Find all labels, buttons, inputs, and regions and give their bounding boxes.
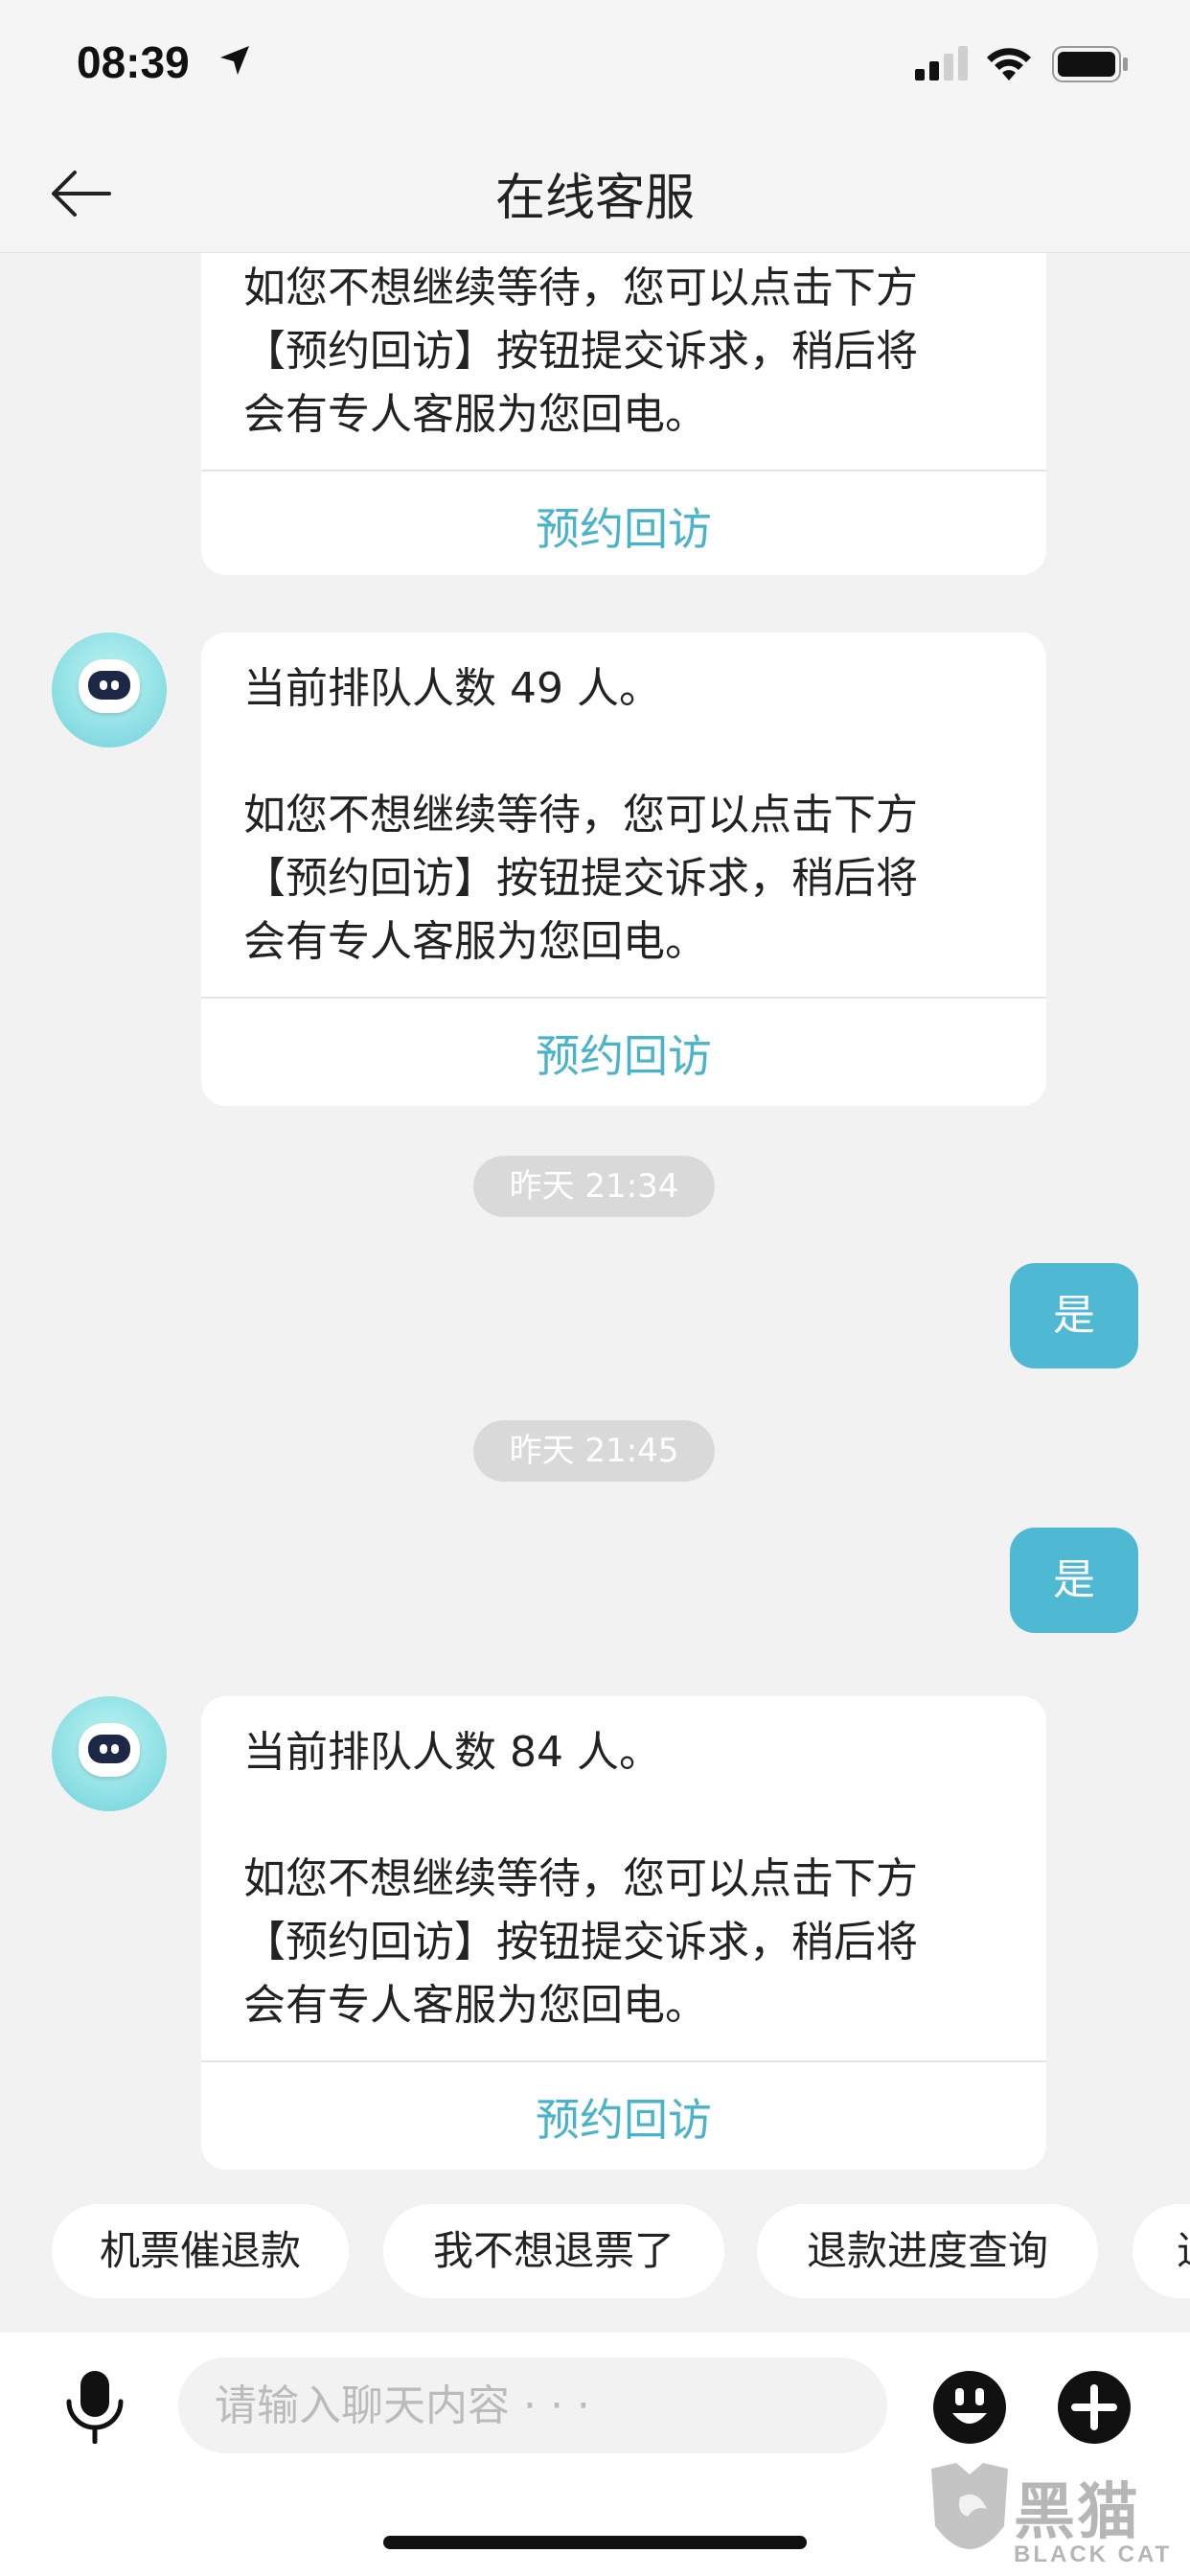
black-cat-watermark: 黑猫 BLACK CAT — [927, 2459, 1190, 2576]
robot-head-icon — [79, 1723, 140, 1777]
book-callback-button[interactable]: 预约回访 — [201, 470, 1046, 575]
status-time: 08:39 — [77, 37, 190, 87]
chat-input[interactable] — [178, 2358, 887, 2453]
microphone-icon[interactable] — [63, 2369, 126, 2448]
bot-avatar — [52, 1696, 167, 1811]
quick-reply-chip[interactable]: 我不想退票了 — [383, 2204, 724, 2298]
message-line: 【预约回访】按钮提交诉求，稍后将 — [243, 1918, 918, 1966]
location-arrow-icon — [218, 44, 251, 80]
bot-message-text: 当前排队人数 84 人。 如您不想继续等待，您可以点击下方 【预约回访】按钮提交… — [201, 1696, 1046, 2060]
message-line: 【预约回访】按钮提交诉求，稍后将 — [243, 854, 918, 903]
bot-message-text: 当前排队人数 49 人。 如您不想继续等待，您可以点击下方 【预约回访】按钮提交… — [201, 632, 1046, 997]
status-bar: 08:39 — [0, 0, 1190, 134]
message-line: 如您不想继续等待，您可以点击下方 — [243, 1854, 918, 1903]
quick-reply-chip[interactable]: 退 — [1133, 2204, 1190, 2298]
bot-message-bubble: 如您不想继续等待，您可以点击下方 【预约回访】按钮提交诉求，稍后将 会有专人客服… — [201, 253, 1046, 575]
chat-message-list[interactable]: 如您不想继续等待，您可以点击下方 【预约回访】按钮提交诉求，稍后将 会有专人客服… — [0, 253, 1190, 2333]
bot-message-text: 如您不想继续等待，您可以点击下方 【预约回访】按钮提交诉求，稍后将 会有专人客服… — [201, 253, 1046, 470]
home-indicator — [383, 2536, 807, 2549]
cellular-signal-icon — [915, 46, 969, 84]
add-plus-icon[interactable] — [1056, 2369, 1133, 2450]
message-timestamp: 昨天 21:34 — [473, 1156, 715, 1217]
user-message-bubble: 是 — [1010, 1528, 1138, 1633]
message-line: 如您不想继续等待，您可以点击下方 — [243, 264, 918, 312]
emoji-icon[interactable] — [931, 2369, 1008, 2450]
bot-message-bubble: 当前排队人数 84 人。 如您不想继续等待，您可以点击下方 【预约回访】按钮提交… — [201, 1696, 1046, 2170]
navigation-header: 在线客服 — [0, 134, 1190, 253]
message-timestamp: 昨天 21:45 — [473, 1420, 715, 1482]
quick-reply-row: 机票催退款 我不想退票了 退款进度查询 退 — [0, 2204, 1190, 2300]
message-line: 【预约回访】按钮提交诉求，稍后将 — [243, 327, 918, 376]
queue-count-text: 当前排队人数 49 人。 — [243, 664, 661, 713]
user-message-bubble: 是 — [1010, 1263, 1138, 1368]
queue-count-text: 当前排队人数 84 人。 — [243, 1728, 661, 1777]
message-line: 会有专人客服为您回电。 — [243, 1981, 707, 2030]
book-callback-button[interactable]: 预约回访 — [201, 2060, 1046, 2170]
message-line: 会有专人客服为您回电。 — [243, 917, 707, 966]
robot-head-icon — [79, 659, 140, 713]
wifi-icon — [985, 44, 1033, 86]
book-callback-button[interactable]: 预约回访 — [201, 997, 1046, 1106]
bot-message-bubble: 当前排队人数 49 人。 如您不想继续等待，您可以点击下方 【预约回访】按钮提交… — [201, 632, 1046, 1106]
black-cat-logo-icon — [931, 2463, 1008, 2549]
battery-icon — [1052, 46, 1129, 86]
message-line: 如您不想继续等待，您可以点击下方 — [243, 791, 918, 840]
watermark-text-en: BLACK CAT — [1014, 2542, 1173, 2567]
quick-reply-chip[interactable]: 退款进度查询 — [757, 2204, 1098, 2298]
message-line: 会有专人客服为您回电。 — [243, 390, 707, 439]
watermark-text-cn: 黑猫 — [1014, 2477, 1140, 2548]
page-title: 在线客服 — [494, 170, 695, 227]
bot-avatar — [52, 632, 167, 748]
quick-reply-chip[interactable]: 机票催退款 — [52, 2204, 349, 2298]
